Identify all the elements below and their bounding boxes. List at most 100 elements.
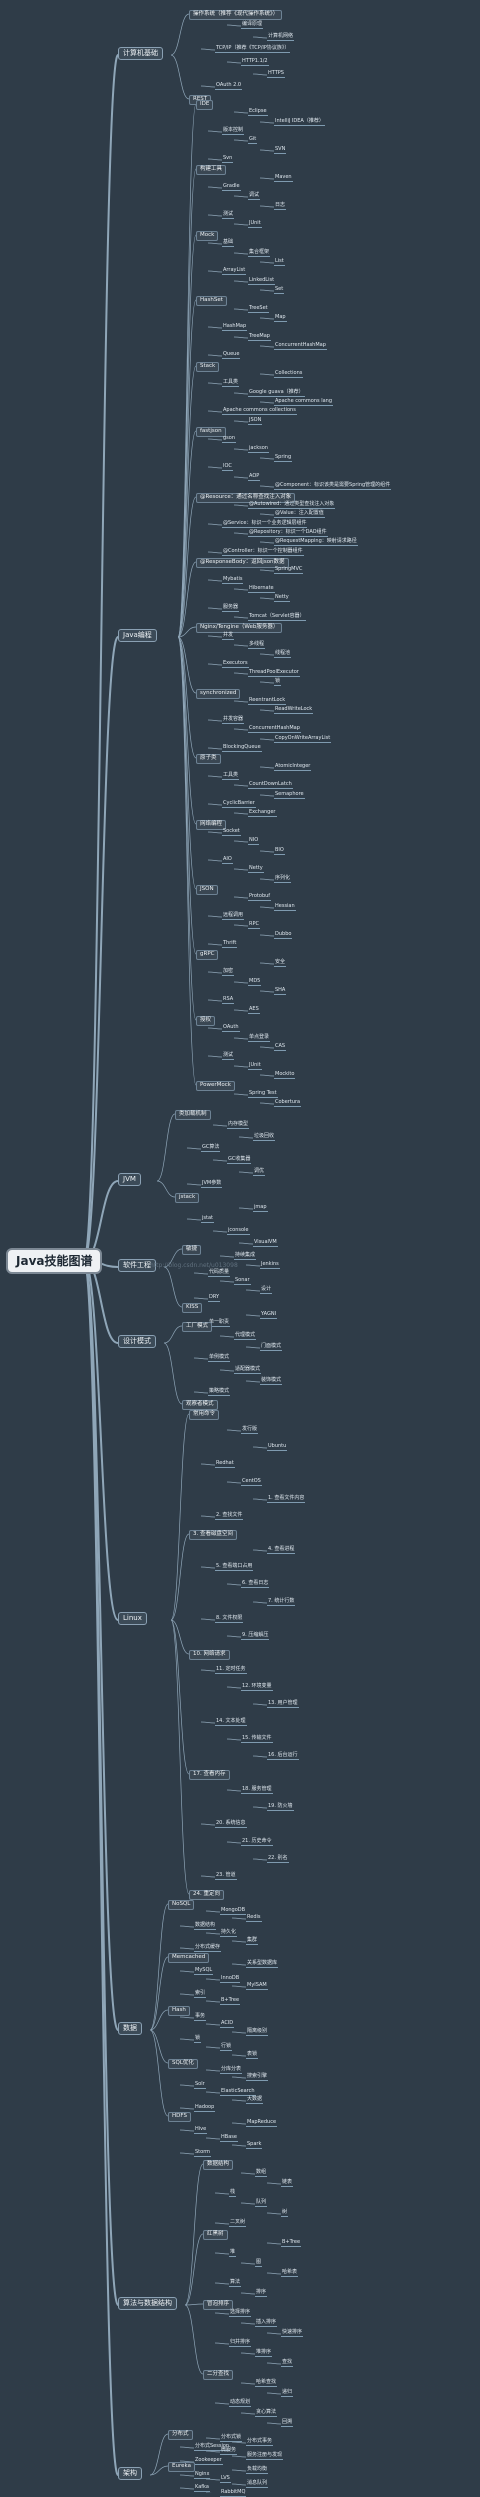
leaf-jvm-4: GC收集器 <box>227 1156 252 1164</box>
leaf-link-linux-13 <box>226 1635 242 1638</box>
leaf-link-java_programming-37 <box>233 448 249 451</box>
leaf-java_programming-40: AOP <box>248 473 261 481</box>
leaf-database-30: Hive <box>194 2126 208 2134</box>
leaf-link-java_programming-16 <box>233 252 249 255</box>
leaf-linux-16: 12. 环境变量 <box>241 1683 273 1691</box>
leaf-link-linux-8 <box>252 1549 268 1552</box>
leaf-algorithms-8: B+Tree <box>281 2239 302 2247</box>
leaf-java_programming-89: Dubbo <box>274 931 293 939</box>
leaf-design_patterns-6: 策略模式 <box>208 1388 231 1396</box>
leaf-link-java_programming-78 <box>207 831 223 834</box>
leaf-software_engineering-3: 代码质量 <box>208 1269 231 1277</box>
leaf-link-algorithms-15 <box>214 2312 230 2315</box>
leaf-link-java_programming-75 <box>207 803 223 806</box>
mind-map-canvas: Java技能图谱 计算机基础 操作系统（推荐《现代操作系统》） 编译原理 计算机网络 TC… <box>0 0 480 2497</box>
leaf-link-software_engineering-5 <box>245 1289 261 1292</box>
leaf-java_programming-105: PowerMock <box>196 1081 235 1091</box>
leaf-algorithms-3: 栈 <box>229 2189 237 2197</box>
leaf-link-algorithms-18 <box>214 2342 230 2345</box>
leaf-java_programming-26: ConcurrentHashMap <box>274 342 327 350</box>
leaf-java_programming-75: CyclicBarrier <box>222 800 256 808</box>
leaf-link-algorithms-17 <box>266 2332 282 2335</box>
leaf-link-java_programming-24 <box>207 326 223 329</box>
leaf-java_programming-68: CopyOnWriteArrayList <box>274 735 332 743</box>
leaf-java_programming-48: @Controller：标识一个控制器组件 <box>222 548 304 556</box>
leaf-link-linux-3 <box>200 1463 216 1466</box>
mind-map-links <box>83 13 282 2493</box>
leaf-link-jvm-3 <box>186 1147 202 1150</box>
leaf-java_programming-97: AES <box>248 1006 260 1014</box>
leaf-algorithms-9: 堆 <box>229 2249 237 2257</box>
leaf-database-19: 行锁 <box>220 2043 233 2051</box>
leaf-link-algorithms-4 <box>240 2202 256 2205</box>
leaf-link-database-17 <box>231 2031 247 2034</box>
leaf-link-linux-25 <box>226 1841 242 1844</box>
leaf-java_programming-85: Protobuf <box>248 893 272 901</box>
leaf-linux-22: 18. 服务管理 <box>241 1786 273 1794</box>
leaf-link-architecture-5 <box>231 2455 247 2458</box>
leaf-link-java_programming-103 <box>233 1065 249 1068</box>
leaf-linux-13: 9. 压缩解压 <box>241 1632 270 1640</box>
leaf-linux-10: 6. 查看日志 <box>241 1580 270 1588</box>
leaf-link-jvm-5 <box>238 1171 254 1174</box>
leaf-java_programming-0: IDE <box>196 100 214 110</box>
leaf-algorithms-1: 数组 <box>255 2169 268 2177</box>
leaf-java_programming-6: Svn <box>222 155 234 163</box>
leaf-link-java_programming-95 <box>259 990 275 993</box>
leaf-link-jvm-11 <box>238 1242 254 1245</box>
leaf-link-java_programming-83 <box>259 878 275 881</box>
leaf-java_programming-22: TreeSet <box>248 305 269 313</box>
leaf-algorithms-15: 选择排序 <box>229 2309 252 2317</box>
leaf-database-15: 事务 <box>194 2013 207 2021</box>
leaf-algorithms-12: 算法 <box>229 2279 242 2287</box>
leaf-link-algorithms-21 <box>184 2304 204 2375</box>
leaf-link-linux-28 <box>170 1619 190 1895</box>
leaf-java_programming-58: 多线程 <box>248 641 266 649</box>
leaf-link-java_programming-104 <box>259 1074 275 1077</box>
leaf-database-5: 集群 <box>246 1937 259 1945</box>
leaf-computer_basics-1: 编译原理 <box>241 21 264 29</box>
leaf-software_engineering-8: YAGNI <box>260 1311 278 1319</box>
leaf-link-database-20 <box>231 2054 247 2057</box>
leaf-design_patterns-7: 观察者模式 <box>182 1400 218 1410</box>
leaf-link-database-4 <box>205 1932 221 1935</box>
leaf-architecture-12: Kafka <box>194 2484 210 2492</box>
leaf-link-algorithms-12 <box>214 2282 230 2285</box>
leaf-database-24: Solr <box>194 2081 206 2089</box>
leaf-jvm-6: JVM参数 <box>201 1180 223 1188</box>
leaf-link-design_patterns-4 <box>219 1369 235 1372</box>
leaf-link-linux-27 <box>200 1875 216 1878</box>
leaf-java_programming-30: 工具类 <box>222 379 240 387</box>
leaf-java_programming-37: jackson <box>248 445 269 453</box>
leaf-linux-25: 21. 历史命令 <box>241 1838 273 1846</box>
leaf-database-13: B+Tree <box>220 1997 241 2005</box>
leaf-link-architecture-4 <box>205 2450 221 2453</box>
leaf-link-java_programming-53 <box>259 597 275 600</box>
leaf-architecture-10: LVS <box>220 2475 231 2483</box>
leaf-java_programming-10: 调试 <box>248 192 261 200</box>
leaf-java_programming-71: AtomicInteger <box>274 763 312 771</box>
leaf-link-java_programming-8 <box>259 177 275 180</box>
leaf-database-4: 持久化 <box>220 1929 238 1937</box>
leaf-link-java_programming-34 <box>233 420 249 423</box>
leaf-algorithms-6: 二叉树 <box>229 2219 247 2227</box>
leaf-link-java_programming-2 <box>259 121 275 124</box>
leaf-link-java_programming-29 <box>259 373 275 376</box>
leaf-link-software_engineering-6 <box>193 1297 209 1300</box>
leaf-link-database-12 <box>179 1993 195 1996</box>
leaf-linux-18: 14. 文本处理 <box>215 1718 247 1726</box>
leaf-link-algorithms-3 <box>214 2192 230 2195</box>
leaf-link-database-21 <box>149 2029 169 2064</box>
leaf-link-java_programming-30 <box>207 382 223 385</box>
leaf-link-java_programming-85 <box>233 896 249 899</box>
leaf-java_programming-76: Exchanger <box>248 809 277 817</box>
leaf-link-java_programming-3 <box>207 130 223 133</box>
leaf-design_patterns-4: 适配器模式 <box>234 1366 262 1374</box>
leaf-database-1: MongoDB <box>220 1907 247 1915</box>
section-jvm: JVM <box>118 1173 141 1186</box>
leaf-computer_basics-2: 计算机网络 <box>267 33 295 41</box>
leaf-link-java_programming-100 <box>233 1037 249 1040</box>
leaf-link-java_programming-19 <box>233 280 249 283</box>
leaf-link-database-30 <box>179 2129 195 2132</box>
leaf-java_programming-92: 安全 <box>274 959 287 967</box>
